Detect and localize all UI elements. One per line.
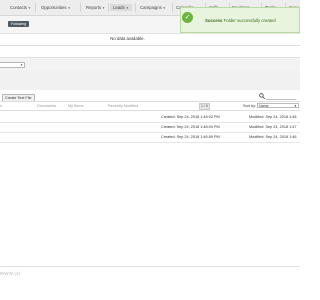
table-row[interactable]: Created: Sep 24, 2018 1:48:02 PM Modifie… (0, 113, 300, 123)
table-row[interactable]: Created: Sep 24, 2018 1:48:00 PM Modifie… (0, 123, 300, 133)
nav-item-leads[interactable]: Leads▼ (110, 4, 132, 11)
divider (0, 45, 300, 46)
modified-cell: Modified: Sep 24, 2018 1:48 (249, 115, 297, 119)
chevron-down-icon: ▼ (294, 104, 297, 108)
modified-cell: Modified: Sep 24, 2018 1:46 (249, 135, 297, 139)
sort-label: Sort by: (243, 104, 257, 108)
modified-cell: Modified: Sep 24, 2018 1:47 (249, 125, 297, 129)
sort-value: Name (259, 104, 269, 108)
empty-activity-message: No data available. (110, 36, 145, 41)
search-icon[interactable] (259, 93, 265, 99)
created-cell: Created: Sep 24, 2018 1:48:00 PM (161, 125, 220, 129)
toast-title: Success (205, 18, 223, 23)
nav-separator (108, 3, 109, 12)
nav-item-reports[interactable]: Reports▼ (86, 4, 105, 11)
column-header-documents[interactable]: Documents (37, 104, 56, 108)
filter-band (0, 57, 300, 71)
chevron-down-icon: ▼ (20, 63, 23, 67)
toast-body: Folder successfully created (223, 18, 276, 23)
nav-item-opportunities[interactable]: Opportunities▼ (41, 4, 71, 11)
nav-separator (135, 3, 136, 12)
nav-item-campaigns[interactable]: Campaigns▼ (140, 4, 166, 11)
sort-dropdown[interactable]: Name ▼ (257, 103, 299, 108)
checkmark-icon: ✓ (182, 12, 193, 23)
column-header-recently-modified[interactable]: Recently Modified (108, 104, 138, 108)
search-input[interactable] (266, 99, 296, 100)
created-cell: Created: Sep 24, 2018 1:46:59 PM (161, 135, 220, 139)
column-header[interactable]: s (0, 104, 2, 108)
following-button[interactable]: Following (8, 21, 30, 27)
nav-separator (80, 3, 81, 12)
divider (0, 101, 300, 102)
section-header-www[interactable]: WWW (2) (0, 271, 21, 276)
created-cell: Created: Sep 24, 2018 1:48:02 PM (161, 115, 220, 119)
nav-separator (35, 3, 36, 12)
nav-item-contacts[interactable]: Contacts▼ (10, 4, 31, 11)
pager[interactable]: 1 / 5 (199, 103, 210, 110)
divider (0, 266, 300, 267)
table-row[interactable]: Created: Sep 24, 2018 1:46:59 PM Modifie… (0, 133, 300, 143)
column-header-my-items[interactable]: My Items (68, 104, 83, 108)
divider (0, 110, 300, 111)
panel-spacer (0, 70, 300, 90)
nav-separator (172, 3, 173, 12)
toast-message: Success Folder successfully created (205, 18, 276, 23)
filter-dropdown[interactable]: ▼ (0, 62, 25, 68)
